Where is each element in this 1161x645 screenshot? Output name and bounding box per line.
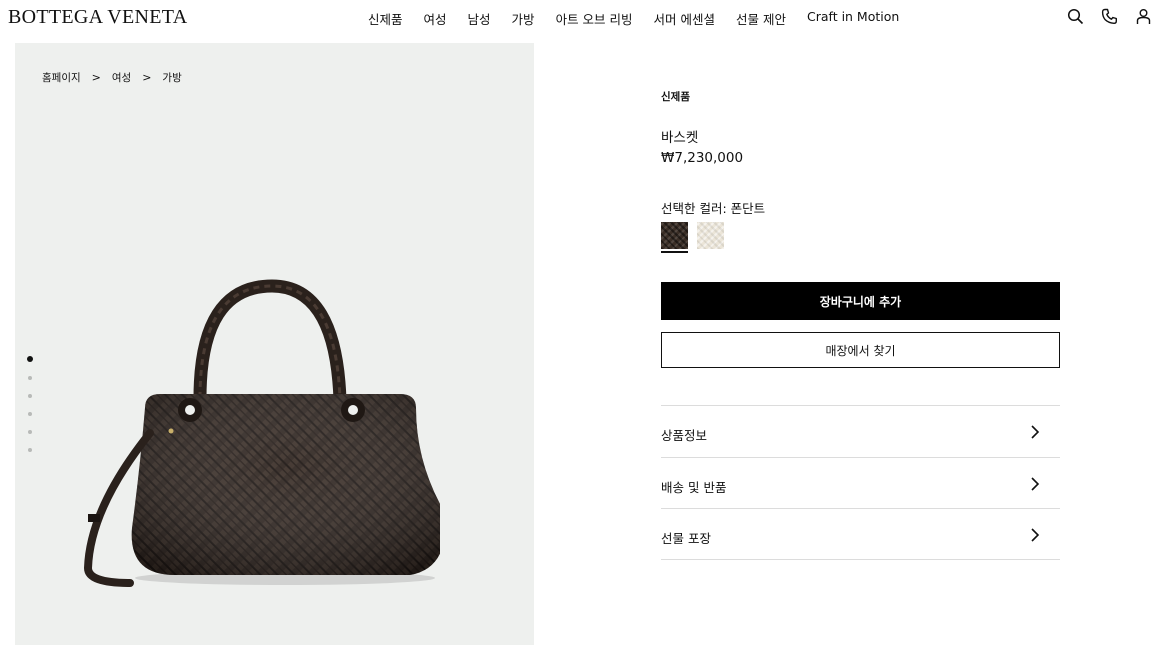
nav-item-women[interactable]: 여성 [424, 9, 447, 28]
chevron-right-icon [1031, 477, 1040, 491]
gallery-dot[interactable] [28, 376, 32, 380]
phone-icon[interactable] [1101, 8, 1118, 25]
product-image[interactable] [50, 278, 440, 588]
color-swatch-cream[interactable] [697, 222, 724, 249]
gallery-dot[interactable] [28, 430, 32, 434]
search-icon[interactable] [1067, 8, 1084, 25]
accordion-product-info[interactable]: 상품정보 [661, 405, 1060, 457]
selected-color-label: 선택한 컬러: 폰단트 [661, 201, 766, 216]
site-header: BOTTEGA VENETA 신제품 여성 남성 가방 아트 오브 리빙 서머 … [0, 0, 1161, 36]
breadcrumb: 홈페이지 > 여성 > 가방 [42, 70, 182, 85]
chevron-right-icon [1031, 425, 1040, 439]
nav-item-art-of-living[interactable]: 아트 오브 리빙 [556, 9, 633, 28]
selected-swatch-indicator [661, 251, 688, 253]
nav-item-summer-essentials[interactable]: 서머 에센셜 [654, 9, 715, 28]
chevron-right-icon [1031, 528, 1040, 542]
breadcrumb-women[interactable]: 여성 [112, 70, 131, 85]
accordion-shipping-returns[interactable]: 배송 및 반품 [661, 457, 1060, 509]
product-image-panel: 홈페이지 > 여성 > 가방 [15, 43, 534, 645]
nav-item-craft-in-motion[interactable]: Craft in Motion [807, 9, 899, 28]
color-swatch-dark-brown[interactable] [661, 222, 688, 249]
breadcrumb-bags[interactable]: 가방 [162, 70, 181, 85]
gallery-dot[interactable] [28, 448, 32, 452]
new-badge: 신제품 [661, 91, 690, 103]
gallery-dot[interactable] [27, 356, 33, 362]
breadcrumb-home[interactable]: 홈페이지 [42, 70, 81, 85]
gallery-dot[interactable] [28, 394, 32, 398]
accordion-label: 상품정보 [661, 428, 708, 443]
accordion-label: 배송 및 반품 [661, 480, 727, 495]
nav-item-gifts[interactable]: 선물 제안 [736, 9, 786, 28]
nav-item-men[interactable]: 남성 [468, 9, 491, 28]
brand-logo[interactable]: BOTTEGA VENETA [8, 6, 187, 29]
nav-item-bags[interactable]: 가방 [512, 9, 535, 28]
product-price: ₩7,230,000 [661, 150, 744, 166]
user-icon[interactable] [1135, 8, 1152, 25]
add-to-cart-button[interactable]: 장바구니에 추가 [661, 282, 1060, 320]
main-nav: 신제품 여성 남성 가방 아트 오브 리빙 서머 에센셜 선물 제안 Craft… [368, 9, 899, 28]
gallery-dot[interactable] [28, 412, 32, 416]
find-in-store-button[interactable]: 매장에서 찾기 [661, 332, 1060, 368]
accordion-label: 선물 포장 [661, 531, 711, 546]
breadcrumb-separator: > [142, 71, 152, 84]
breadcrumb-separator: > [91, 71, 101, 84]
nav-item-new[interactable]: 신제품 [368, 9, 403, 28]
accordion-gift-wrapping[interactable]: 선물 포장 [661, 508, 1060, 560]
header-icons [1067, 8, 1152, 25]
product-name: 바스켓 [661, 130, 699, 146]
gallery-pagination [27, 356, 33, 466]
